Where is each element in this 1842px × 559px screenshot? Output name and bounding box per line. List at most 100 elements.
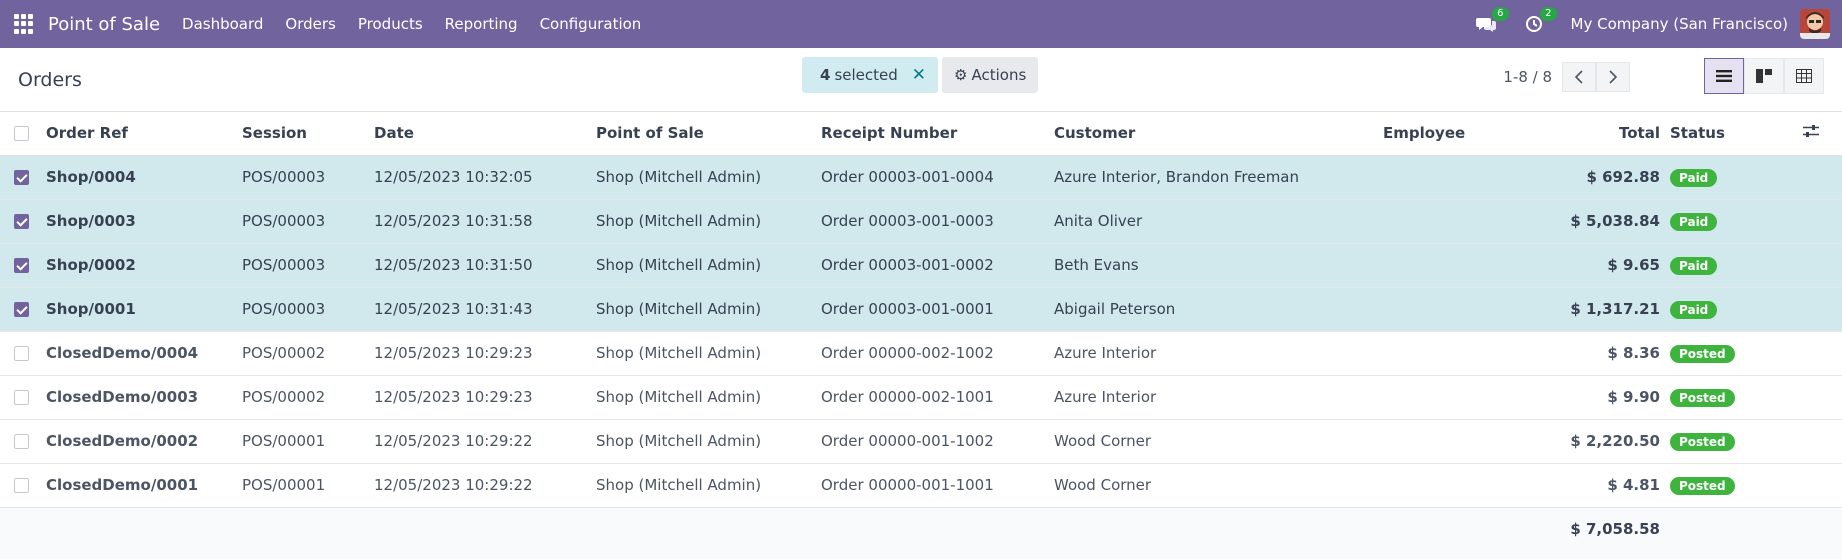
date-cell: 12/05/2023 10:29:23 <box>374 375 596 420</box>
status-badge: Paid <box>1670 168 1718 187</box>
row-checkbox[interactable] <box>14 434 29 449</box>
column-header-status[interactable]: Status <box>1670 112 1780 155</box>
point-of-sale-cell: Shop (Mitchell Admin) <box>596 287 821 332</box>
totals-row: $ 7,058.58 <box>0 507 1842 550</box>
table-row[interactable]: Shop/0001 POS/00003 12/05/2023 10:31:43 Sho… <box>0 287 1842 332</box>
systray: 6 2 My Company (San Francisco) <box>1475 7 1830 39</box>
column-header-total[interactable]: Total <box>1528 112 1670 155</box>
employee-cell <box>1383 199 1528 244</box>
date-cell: 12/05/2023 10:31:43 <box>374 287 596 332</box>
column-header-employee[interactable]: Employee <box>1383 112 1528 155</box>
session-cell: POS/00003 <box>242 287 374 332</box>
kanban-view-button[interactable] <box>1744 58 1784 94</box>
date-cell: 12/05/2023 10:29:23 <box>374 331 596 376</box>
selected-count-pill[interactable]: 4 selected ✕ <box>802 57 939 93</box>
order-ref-cell: Shop/0004 <box>46 155 242 200</box>
employee-cell <box>1383 463 1528 508</box>
total-cell: $ 9.65 <box>1528 243 1670 288</box>
order-ref-cell: ClosedDemo/0004 <box>46 331 242 376</box>
actions-button[interactable]: ⚙ Actions <box>942 57 1039 93</box>
company-switcher[interactable]: My Company (San Francisco) <box>1571 15 1788 33</box>
customer-cell: Azure Interior, Brandon Freeman <box>1054 155 1383 200</box>
total-cell: $ 2,220.50 <box>1528 419 1670 464</box>
messages-count-badge: 6 <box>1492 7 1509 21</box>
row-checkbox[interactable] <box>14 478 29 493</box>
receipt-number-cell: Order 00000-001-1002 <box>821 419 1054 464</box>
menu-dashboard[interactable]: Dashboard <box>182 15 263 33</box>
point-of-sale-cell: Shop (Mitchell Admin) <box>596 463 821 508</box>
chevron-right-icon <box>1609 70 1618 84</box>
row-checkbox[interactable] <box>14 390 29 405</box>
menu-reporting[interactable]: Reporting <box>445 15 518 33</box>
total-cell: $ 4.81 <box>1528 463 1670 508</box>
table-row[interactable]: ClosedDemo/0001 POS/00001 12/05/2023 10:29… <box>0 463 1842 508</box>
column-header-order-ref[interactable]: Order Ref <box>46 112 242 155</box>
app-brand[interactable]: Point of Sale <box>48 14 160 35</box>
pager-previous-button[interactable] <box>1562 62 1596 92</box>
row-checkbox[interactable] <box>14 346 29 361</box>
menu-products[interactable]: Products <box>358 15 423 33</box>
table-row[interactable]: ClosedDemo/0003 POS/00002 12/05/2023 10:29… <box>0 375 1842 420</box>
column-header-session[interactable]: Session <box>242 112 374 155</box>
point-of-sale-cell: Shop (Mitchell Admin) <box>596 199 821 244</box>
customer-cell: Azure Interior <box>1054 375 1383 420</box>
order-ref-cell: Shop/0003 <box>46 199 242 244</box>
session-cell: POS/00001 <box>242 463 374 508</box>
pager-next-button[interactable] <box>1596 62 1630 92</box>
receipt-number-cell: Order 00000-001-1001 <box>821 463 1054 508</box>
customer-cell: Azure Interior <box>1054 331 1383 376</box>
list-view-button[interactable] <box>1704 58 1744 94</box>
table-header-row: Order Ref Session Date Point of Sale Rec… <box>0 112 1842 155</box>
session-cell: POS/00003 <box>242 243 374 288</box>
row-checkbox[interactable] <box>14 214 29 229</box>
table-row[interactable]: Shop/0002 POS/00003 12/05/2023 10:31:50 Sho… <box>0 243 1842 288</box>
selected-count: 4 <box>820 66 831 84</box>
app-menu-grid-icon[interactable] <box>14 14 34 34</box>
menu-orders[interactable]: Orders <box>285 15 335 33</box>
point-of-sale-cell: Shop (Mitchell Admin) <box>596 331 821 376</box>
order-ref-cell: ClosedDemo/0001 <box>46 463 242 508</box>
receipt-number-cell: Order 00003-001-0001 <box>821 287 1054 332</box>
messages-icon[interactable]: 6 <box>1475 7 1509 34</box>
row-checkbox[interactable] <box>14 170 29 185</box>
chevron-left-icon <box>1574 70 1583 84</box>
table-row[interactable]: Shop/0004 POS/00003 12/05/2023 10:32:05 Sho… <box>0 155 1842 200</box>
order-ref-cell: Shop/0001 <box>46 287 242 332</box>
customer-cell: Wood Corner <box>1054 419 1383 464</box>
status-badge: Posted <box>1670 344 1735 363</box>
activities-clock-icon[interactable]: 2 <box>1523 7 1557 34</box>
pager-value[interactable]: 1-8 / 8 <box>1503 68 1552 86</box>
column-header-date[interactable]: Date <box>374 112 596 155</box>
column-header-customer[interactable]: Customer <box>1054 112 1383 155</box>
date-cell: 12/05/2023 10:31:58 <box>374 199 596 244</box>
receipt-number-cell: Order 00003-001-0002 <box>821 243 1054 288</box>
pivot-view-button[interactable] <box>1784 58 1824 94</box>
receipt-number-cell: Order 00003-001-0004 <box>821 155 1054 200</box>
row-checkbox[interactable] <box>14 302 29 317</box>
order-ref-cell: ClosedDemo/0003 <box>46 375 242 420</box>
order-ref-cell: ClosedDemo/0002 <box>46 419 242 464</box>
unselect-close-icon[interactable]: ✕ <box>912 65 926 85</box>
row-checkbox[interactable] <box>14 258 29 273</box>
total-cell: $ 5,038.84 <box>1528 199 1670 244</box>
sliders-icon <box>1803 125 1819 138</box>
optional-columns-toggle[interactable] <box>1780 112 1842 155</box>
table-row[interactable]: Shop/0003 POS/00003 12/05/2023 10:31:58 Sho… <box>0 199 1842 244</box>
select-all-checkbox[interactable] <box>14 126 29 142</box>
user-avatar[interactable] <box>1800 9 1830 39</box>
table-row[interactable]: ClosedDemo/0002 POS/00001 12/05/2023 10:29… <box>0 419 1842 464</box>
selection-box: 4 selected ✕ ⚙ Actions <box>802 57 1039 93</box>
receipt-number-cell: Order 00000-002-1001 <box>821 375 1054 420</box>
activities-count-badge: 2 <box>1540 7 1557 21</box>
status-badge: Posted <box>1670 432 1735 451</box>
employee-cell <box>1383 287 1528 332</box>
column-header-receipt-number[interactable]: Receipt Number <box>821 112 1054 155</box>
table-row[interactable]: ClosedDemo/0004 POS/00002 12/05/2023 10:29… <box>0 331 1842 376</box>
pager: 1-8 / 8 <box>1503 62 1630 92</box>
status-badge: Paid <box>1670 212 1718 231</box>
date-cell: 12/05/2023 10:31:50 <box>374 243 596 288</box>
menu-configuration[interactable]: Configuration <box>540 15 642 33</box>
column-header-point-of-sale[interactable]: Point of Sale <box>596 112 821 155</box>
employee-cell <box>1383 375 1528 420</box>
status-badge: Posted <box>1670 388 1735 407</box>
